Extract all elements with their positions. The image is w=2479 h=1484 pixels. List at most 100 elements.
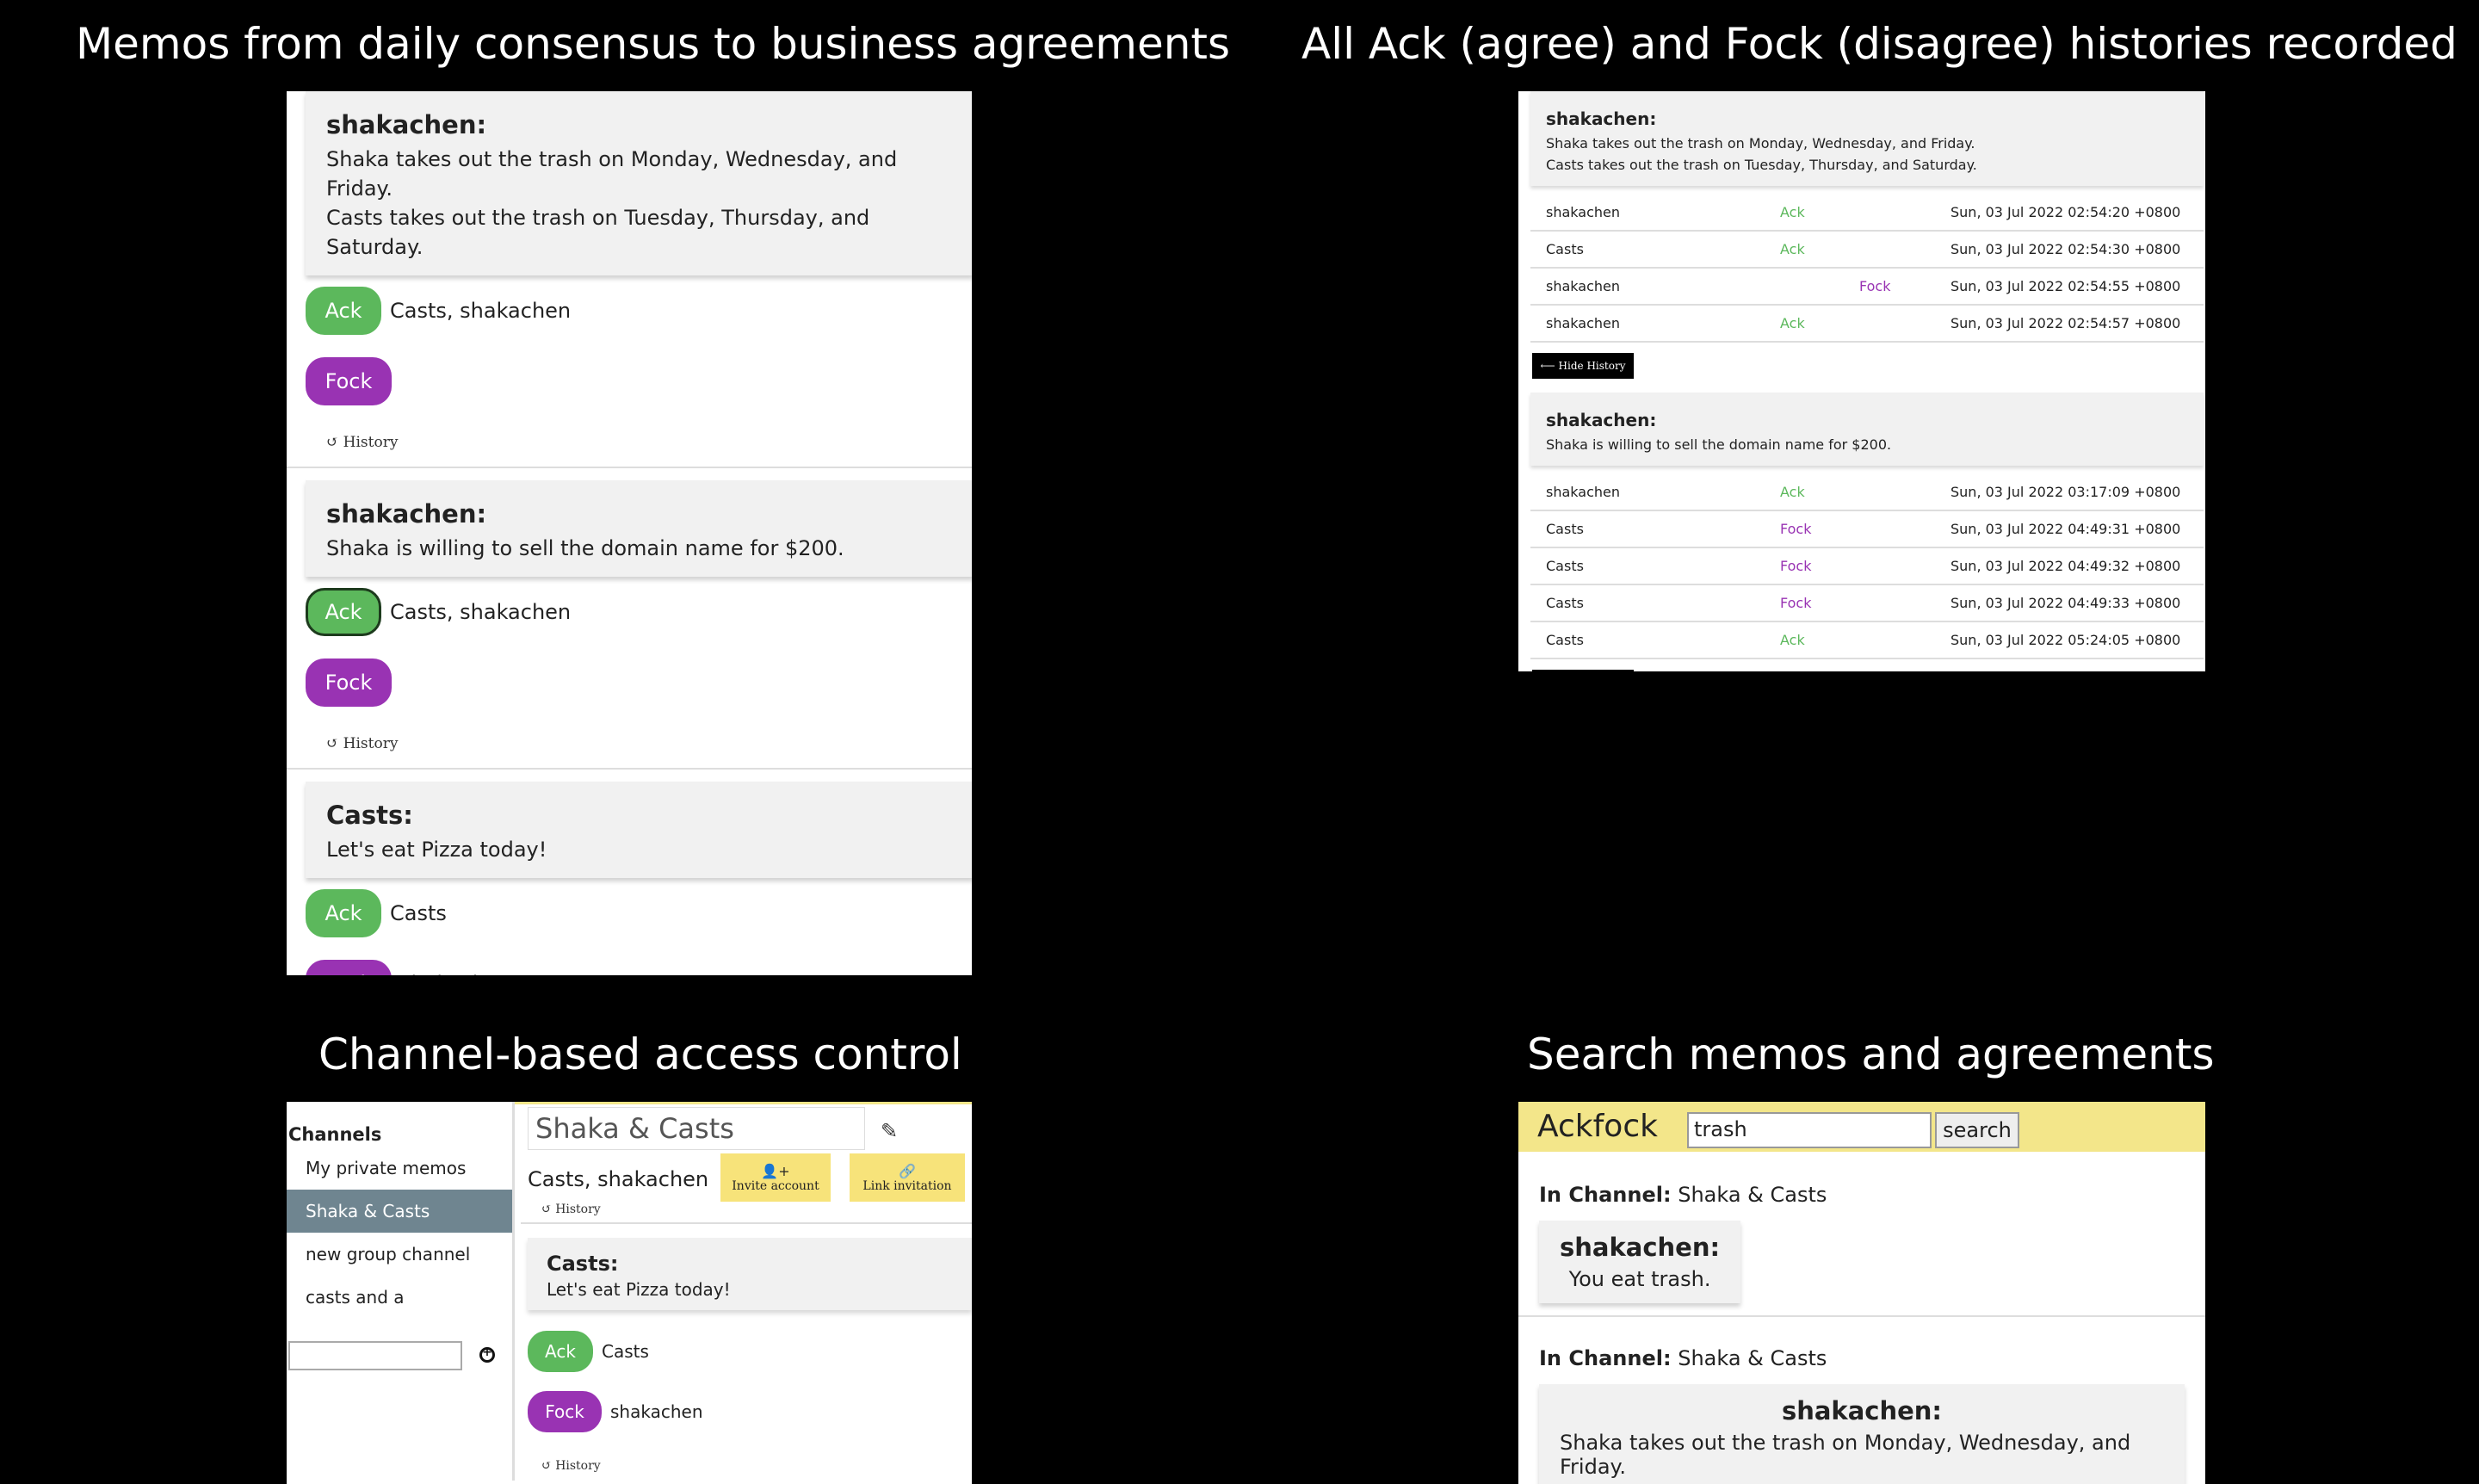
history-vote: Fock <box>1765 547 1935 585</box>
history-vote: Ack <box>1765 231 1935 269</box>
history-time: Sun, 03 Jul 2022 03:17:09 +0800 <box>1935 474 2204 511</box>
memo-author: shakachen: <box>1560 1233 1721 1262</box>
hide-history-button[interactable]: ⟵ Hide History <box>1532 353 1634 379</box>
history-time: Sun, 03 Jul 2022 02:54:55 +0800 <box>1935 268 2204 306</box>
sidebar-item-casts-and-a[interactable]: casts and a <box>287 1276 512 1319</box>
invite-account-label: Invite account <box>732 1178 819 1193</box>
fock-voters: shakachen <box>400 972 511 975</box>
memo-author: shakachen: <box>1546 108 1657 129</box>
ack-row: Ack Casts <box>306 878 972 949</box>
hide-history-label: Hide History <box>1558 360 1626 372</box>
memo-content: shakachen: Shaka is willing to sell the … <box>306 480 972 577</box>
ack-voters: Casts <box>390 901 447 925</box>
ack-button[interactable]: Ack <box>528 1331 593 1372</box>
memo-author: Casts: <box>547 1252 619 1276</box>
sidebar-item-private-memos[interactable]: My private memos <box>287 1147 512 1190</box>
search-input[interactable]: trash <box>1687 1112 1932 1148</box>
history-vote: Fock <box>1765 510 1935 548</box>
fock-voters: shakachen <box>610 1401 703 1422</box>
history-label: History <box>555 1459 601 1473</box>
memo-text: Let's eat Pizza today! <box>326 838 547 862</box>
search-panel: Ackfock trash search In Channel: Shaka &… <box>1518 1102 2205 1484</box>
memo-text: Shaka takes out the trash on Monday, Wed… <box>326 147 898 201</box>
ack-button[interactable]: Ack <box>306 287 381 335</box>
divider <box>287 467 972 468</box>
fock-row: Fock shakachen <box>306 949 972 975</box>
edit-icon[interactable]: ✎ <box>881 1119 898 1143</box>
history-icon: ↺ <box>541 1203 552 1216</box>
history-icon: ↺ <box>326 434 339 451</box>
fock-button[interactable]: Fock <box>306 659 392 707</box>
history-user: Casts <box>1530 231 1765 269</box>
history-row: Casts Fock Sun, 03 Jul 2022 04:49:31 +0800 <box>1530 510 2204 548</box>
ack-button[interactable]: Ack <box>306 889 381 937</box>
sidebar-item-shaka-casts[interactable]: Shaka & Casts <box>287 1190 512 1233</box>
memo-text: Casts takes out the trash on Tuesday, Th… <box>1546 157 1977 173</box>
search-button[interactable]: search <box>1935 1112 2019 1148</box>
channel-name: Shaka & Casts <box>1678 1183 1827 1207</box>
fock-button[interactable]: Fock <box>306 960 392 975</box>
history-vote: Ack <box>1765 195 1935 232</box>
history-row: Casts Fock Sun, 03 Jul 2022 04:49:33 +0800 <box>1530 584 2204 622</box>
history-user: Casts <box>1530 510 1765 548</box>
memos-panel: shakachen: Shaka takes out the trash on … <box>287 91 972 975</box>
fock-row: Fock <box>306 647 972 718</box>
histories-panel: shakachen: Shaka takes out the trash on … <box>1518 91 2205 671</box>
memo-content: shakachen: Shaka takes out the trash on … <box>306 91 972 275</box>
hide-history-button[interactable]: ⟵ Hide History <box>1532 670 1634 671</box>
memo-content: shakachen: Shaka takes out the trash on … <box>1530 91 2204 186</box>
caption-memos: Memos from daily consensus to business a… <box>76 19 1231 69</box>
channel-title-input[interactable]: Shaka & Casts <box>528 1107 865 1150</box>
history-user: Casts <box>1530 547 1765 585</box>
memo-author: shakachen: <box>326 499 487 529</box>
search-result[interactable]: shakachen: Shaka takes out the trash on … <box>1539 1384 2185 1484</box>
caption-channels: Channel-based access control <box>318 1030 962 1079</box>
memo-text: Casts takes out the trash on Tuesday, Th… <box>326 206 870 259</box>
add-user-icon: 👤+ <box>761 1162 790 1179</box>
in-channel-label: In Channel <box>1539 1346 1663 1370</box>
memo-content: Casts: Let's eat Pizza today! <box>306 782 972 878</box>
history-icon: ↺ <box>326 735 339 752</box>
memo-content: shakachen: Shaka is willing to sell the … <box>1530 393 2204 466</box>
channel-name: Shaka & Casts <box>1678 1346 1827 1370</box>
new-channel-input[interactable] <box>288 1341 462 1370</box>
ack-row: Ack Casts, shakachen <box>306 577 972 647</box>
divider <box>1518 1315 2205 1317</box>
history-vote: Ack <box>1765 621 1935 659</box>
memo-card: shakachen: Shaka is willing to sell the … <box>287 480 972 770</box>
ack-voters: Casts <box>602 1341 649 1362</box>
history-time: Sun, 03 Jul 2022 02:54:30 +0800 <box>1935 231 2204 269</box>
history-vote: Fock <box>1765 268 1935 306</box>
divider <box>521 1222 972 1224</box>
history-link[interactable]: ↺ History <box>541 1198 601 1221</box>
history-row: shakachen Fock Sun, 03 Jul 2022 02:54:55 +… <box>1530 268 2204 306</box>
ack-voters: Casts, shakachen <box>390 600 572 624</box>
memo-content: Casts: Let's eat Pizza today! <box>528 1238 972 1310</box>
top-bar <box>435 1102 972 1104</box>
caption-histories: All Ack (agree) and Fock (disagree) hist… <box>1301 19 2457 69</box>
memo-text: You eat trash. <box>1568 1267 1711 1291</box>
sidebar-item-new-group-channel[interactable]: new group channel <box>287 1233 512 1276</box>
memo-author: shakachen: <box>1546 410 1657 430</box>
search-result[interactable]: shakachen: You eat trash. <box>1539 1221 1741 1303</box>
caption-search: Search memos and agreements <box>1527 1030 2215 1079</box>
history-link[interactable]: ↺ History <box>326 725 972 763</box>
history-row: Casts Ack Sun, 03 Jul 2022 02:54:30 +0800 <box>1530 231 2204 269</box>
history-label: History <box>343 434 399 451</box>
history-row: shakachen Ack Sun, 03 Jul 2022 03:17:09 +0… <box>1530 474 2204 511</box>
channels-panel: Channels My private memos Shaka & Casts … <box>287 1102 972 1484</box>
add-channel-icon[interactable] <box>479 1345 495 1363</box>
history-link[interactable]: ↺ History <box>541 1455 601 1477</box>
fock-button[interactable]: Fock <box>306 357 392 405</box>
ack-button[interactable]: Ack <box>306 588 381 636</box>
link-invitation-label: Link invitation <box>862 1178 952 1193</box>
history-row: Casts Fock Sun, 03 Jul 2022 04:49:32 +0800 <box>1530 547 2204 585</box>
link-invitation-button[interactable]: 🔗 Link invitation <box>850 1153 965 1202</box>
invite-account-button[interactable]: 👤+ Invite account <box>720 1153 831 1202</box>
history-time: Sun, 03 Jul 2022 04:49:31 +0800 <box>1935 510 2204 548</box>
memo-author: Casts: <box>326 801 413 830</box>
fock-button[interactable]: Fock <box>528 1391 602 1432</box>
history-label: History <box>343 735 399 752</box>
history-link[interactable]: ↺ History <box>326 424 972 461</box>
memo-author: shakachen: <box>1781 1396 1943 1425</box>
